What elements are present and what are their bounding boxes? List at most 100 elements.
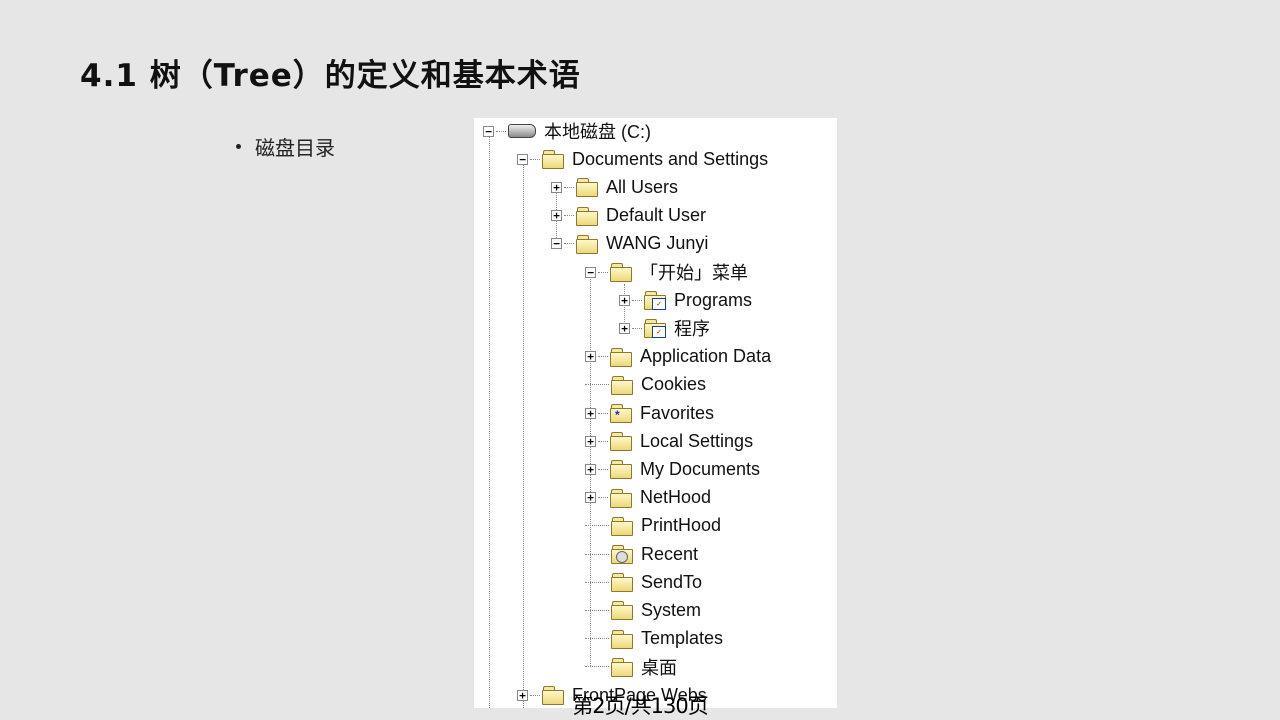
expand-icon[interactable]: + (585, 407, 596, 419)
tree-connector (564, 215, 574, 217)
collapse-icon[interactable]: − (483, 125, 494, 137)
expand-icon[interactable]: + (551, 210, 562, 222)
tree-node[interactable]: + ✓ Programs (619, 286, 752, 314)
drive-icon (508, 124, 536, 138)
expand-icon[interactable]: + (619, 322, 630, 334)
tree-node-label[interactable]: Favorites (640, 403, 714, 424)
tree-node[interactable]: − 本地磁盘 (C:) (483, 118, 651, 145)
expand-icon[interactable]: + (585, 435, 596, 447)
tree-connector (530, 158, 540, 160)
folder-icon (610, 460, 632, 480)
tree-node-label[interactable]: NetHood (640, 487, 711, 508)
tree-node[interactable]: Recent (585, 540, 698, 568)
tree-connector (585, 384, 609, 386)
tree-connector (598, 497, 608, 499)
tree-node-label[interactable]: 本地磁盘 (C:) (544, 118, 651, 144)
tree-node-label[interactable]: My Documents (640, 459, 760, 480)
tree-connector (585, 553, 609, 555)
slide-title: 4.1 树（Tree）的定义和基本术语 (80, 58, 581, 94)
folder-icon (611, 516, 633, 536)
tree-connector (585, 666, 609, 668)
tree-node-label[interactable]: Default User (606, 205, 706, 226)
tree-connector (598, 356, 608, 358)
collapse-icon[interactable]: − (517, 153, 528, 165)
tree-connector (598, 440, 608, 442)
tree-node-label[interactable]: System (641, 600, 701, 621)
program-folder-icon: ✓ (644, 319, 666, 339)
tree-node-label[interactable]: Documents and Settings (572, 149, 768, 170)
program-folder-icon: ✓ (644, 291, 666, 311)
tree-connector (564, 186, 574, 188)
folder-icon (576, 234, 598, 254)
page-number: 第2页/共130页 (572, 694, 709, 718)
tree-node[interactable]: − Documents and Settings (517, 145, 768, 173)
tree-connector (598, 412, 608, 414)
tree-node-label[interactable]: Application Data (640, 346, 771, 367)
tree-connector (598, 271, 608, 273)
tree-node[interactable]: Cookies (585, 371, 706, 399)
folder-icon (611, 573, 633, 593)
folder-icon (611, 629, 633, 649)
folder-icon (610, 432, 632, 452)
tree-node-label[interactable]: 「开始」菜单 (640, 259, 748, 285)
bullet-dot-icon (236, 144, 241, 149)
tree-node[interactable]: Templates (585, 625, 723, 653)
tree-node-label[interactable]: Templates (641, 628, 723, 649)
folder-icon (576, 178, 598, 198)
collapse-icon[interactable]: − (551, 238, 562, 250)
favorites-folder-icon: * (610, 404, 632, 423)
tree-connector (632, 327, 642, 329)
tree-node[interactable]: + Local Settings (585, 427, 753, 455)
bullet-text: 磁盘目录 (255, 136, 335, 160)
folder-icon (611, 375, 633, 395)
tree-node-label[interactable]: 桌面 (641, 654, 677, 680)
tree-node[interactable]: − 「开始」菜单 (585, 258, 748, 286)
tree-connector (632, 299, 642, 301)
tree-node[interactable]: + My Documents (585, 455, 760, 483)
folder-icon (576, 206, 598, 226)
tree-node-label[interactable]: All Users (606, 177, 678, 198)
tree-node[interactable]: + NetHood (585, 484, 711, 512)
tree-node-label[interactable]: Local Settings (640, 431, 753, 452)
tree-node-label[interactable]: 程序 (674, 315, 710, 341)
tree-connector (585, 581, 609, 583)
tree-connector (585, 525, 609, 527)
tree-node[interactable]: PrintHood (585, 512, 721, 540)
tree-guide-line (489, 136, 490, 708)
expand-icon[interactable]: + (585, 492, 596, 504)
directory-tree: − 本地磁盘 (C:) − Documents and Settings + All Us… (474, 118, 837, 708)
tree-node-label[interactable]: WANG Junyi (606, 233, 708, 254)
expand-icon[interactable]: + (619, 294, 630, 306)
tree-connector (496, 130, 506, 132)
tree-node[interactable]: − WANG Junyi (551, 230, 708, 258)
tree-connector (585, 638, 609, 640)
tree-node[interactable]: System (585, 596, 701, 624)
bullet-item: 磁盘目录 (236, 132, 335, 161)
expand-icon[interactable]: + (585, 351, 596, 363)
recent-folder-icon (611, 545, 633, 564)
folder-icon (610, 263, 632, 282)
tree-node[interactable]: 桌面 (585, 653, 677, 681)
tree-node[interactable]: + Default User (551, 202, 706, 230)
tree-node-label[interactable]: PrintHood (641, 515, 721, 536)
tree-connector (598, 468, 608, 470)
folder-icon (611, 657, 633, 677)
folder-icon (610, 347, 632, 367)
tree-guide-line (523, 164, 524, 708)
expand-icon[interactable]: + (585, 463, 596, 475)
collapse-icon[interactable]: − (585, 266, 596, 278)
tree-node[interactable]: SendTo (585, 568, 702, 596)
tree-node[interactable]: + * Favorites (585, 399, 714, 427)
folder-icon (542, 150, 564, 170)
tree-node[interactable]: + All Users (551, 173, 678, 201)
tree-connector (585, 609, 609, 611)
tree-node-label[interactable]: Recent (641, 544, 698, 565)
tree-node[interactable]: + Application Data (585, 343, 771, 371)
tree-node-label[interactable]: Programs (674, 290, 752, 311)
tree-node[interactable]: + ✓ 程序 (619, 314, 710, 342)
folder-icon (610, 488, 632, 508)
expand-icon[interactable]: + (551, 181, 562, 193)
tree-connector (564, 243, 574, 245)
tree-node-label[interactable]: Cookies (641, 374, 706, 395)
tree-node-label[interactable]: SendTo (641, 572, 702, 593)
